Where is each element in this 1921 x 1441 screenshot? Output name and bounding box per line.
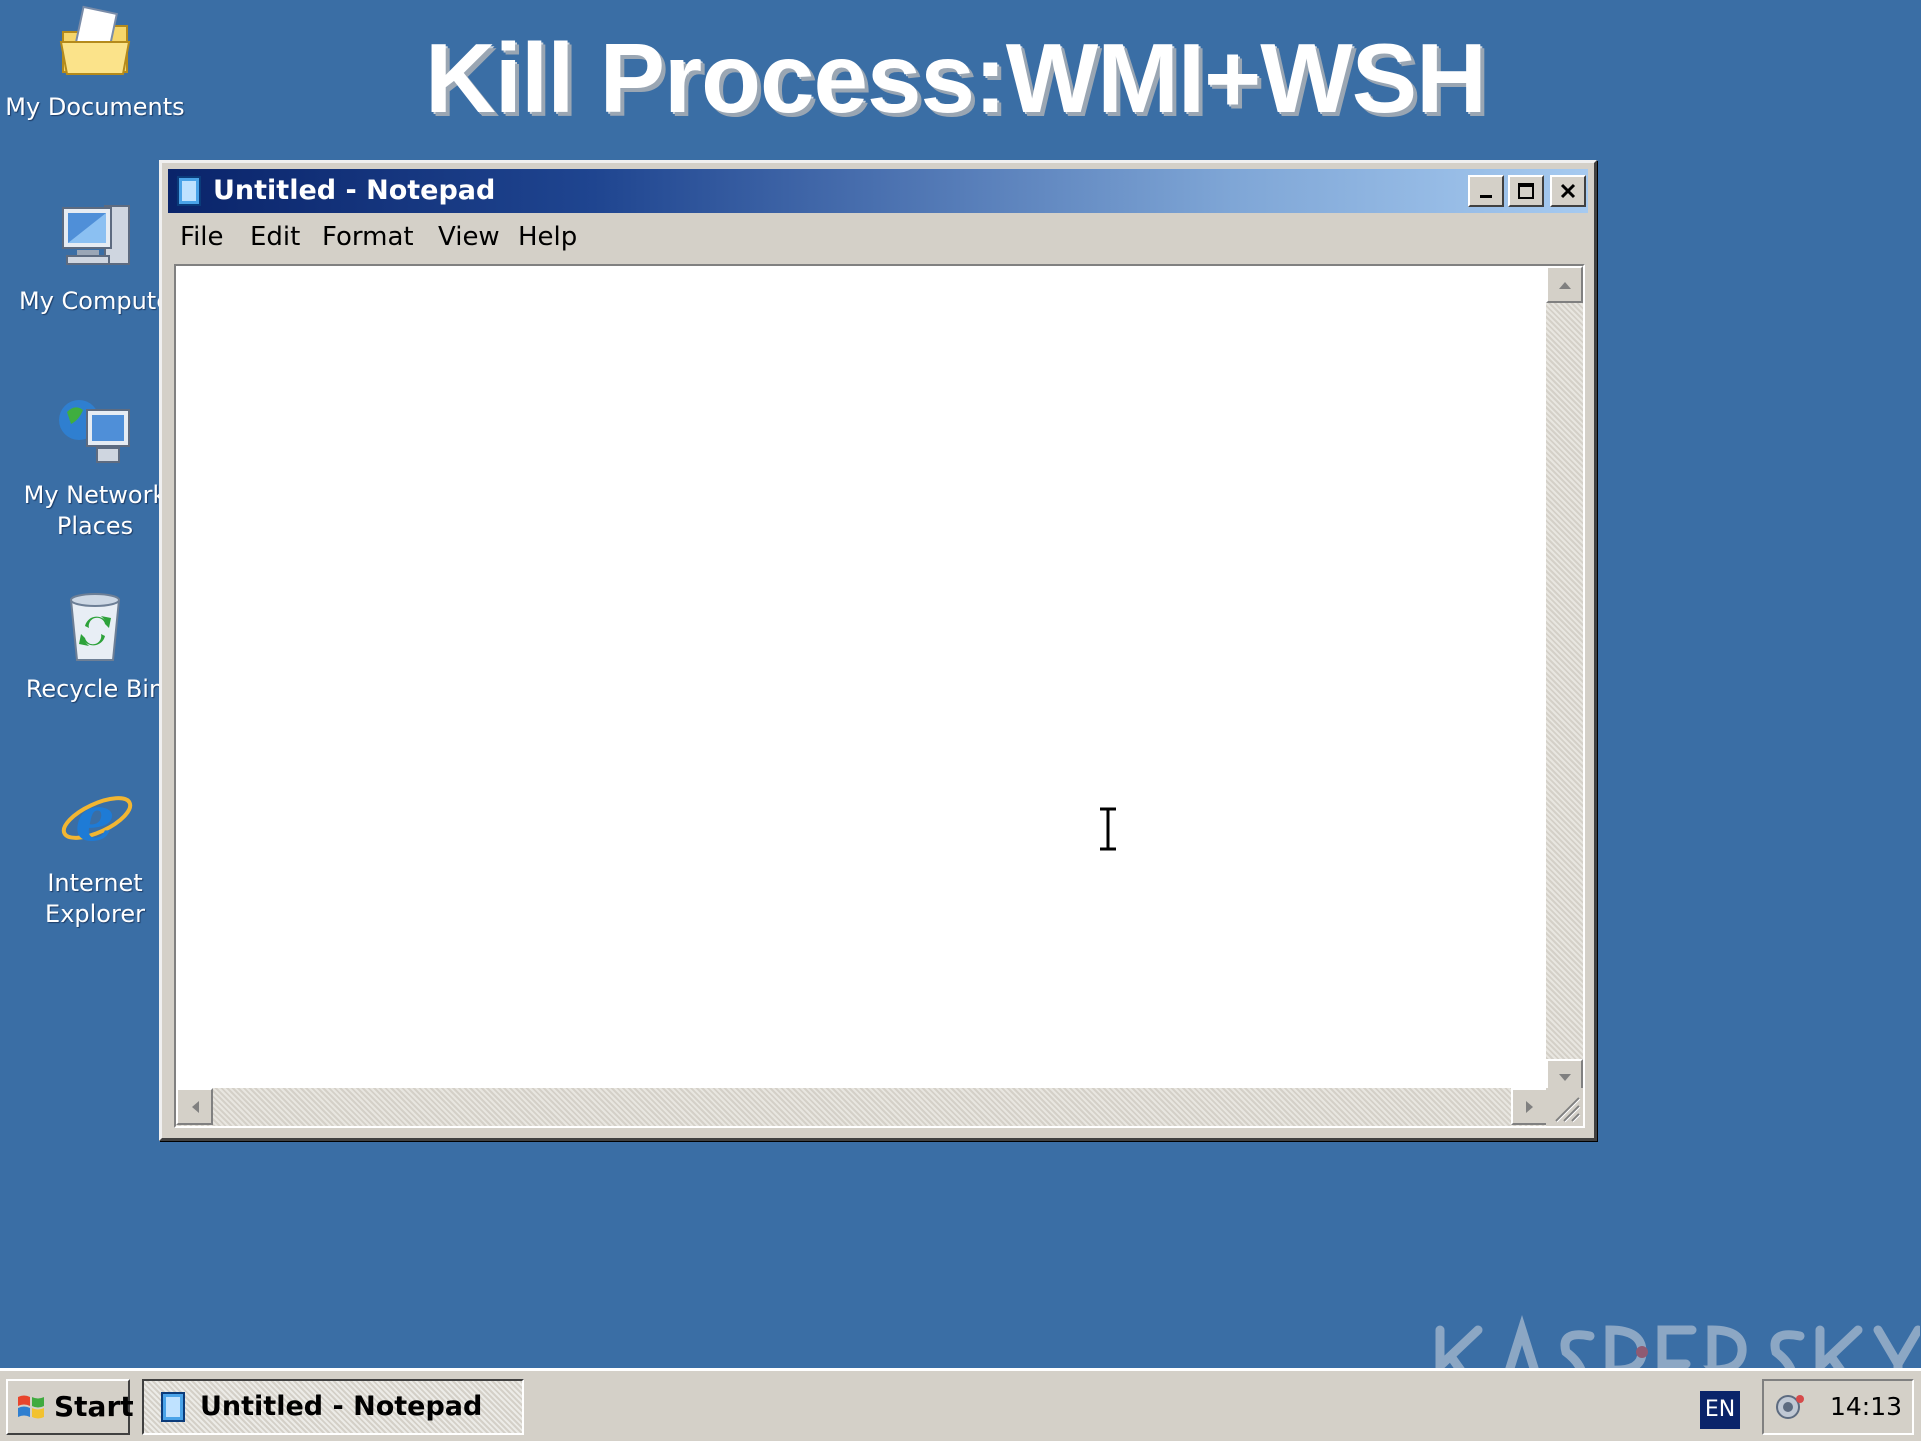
desktop-icon-label: My Documents xyxy=(5,93,185,121)
slide-title: Kill Process:WMI+WSH xyxy=(425,23,1487,133)
scroll-left-button[interactable] xyxy=(176,1088,213,1125)
menu-help[interactable]: Help xyxy=(518,217,577,257)
arrow-right-icon xyxy=(1525,1100,1533,1113)
notepad-app-icon xyxy=(161,1392,185,1422)
scroll-right-button[interactable] xyxy=(1511,1088,1548,1125)
taskbar-item-notepad[interactable]: Untitled - Notepad xyxy=(142,1379,524,1435)
clock: 14:13 xyxy=(1829,1392,1902,1421)
close-icon xyxy=(1560,183,1576,199)
text-cursor-icon xyxy=(1100,807,1116,851)
my-computer-icon xyxy=(62,205,130,265)
internet-explorer-icon: e xyxy=(61,782,133,855)
minimize-icon xyxy=(1480,195,1492,198)
window-title: Untitled - Notepad xyxy=(213,175,496,206)
menu-bar: File Edit Format View Help xyxy=(168,217,1588,257)
my-network-places-icon xyxy=(59,400,130,463)
resize-grip[interactable] xyxy=(1546,1088,1583,1126)
menu-file[interactable]: File xyxy=(180,217,224,257)
text-editor[interactable] xyxy=(174,264,1585,1128)
svg-text:e: e xyxy=(75,782,114,855)
close-button[interactable] xyxy=(1550,175,1586,207)
taskbar: Start Untitled - Notepad EN 14:13 xyxy=(0,1368,1921,1441)
notepad-app-icon xyxy=(177,176,201,206)
taskbar-item-label: Untitled - Notepad xyxy=(200,1391,483,1422)
network-tray-icon[interactable] xyxy=(1774,1391,1806,1423)
minimize-button[interactable] xyxy=(1468,175,1504,207)
text-body[interactable] xyxy=(176,266,1556,1096)
menu-format[interactable]: Format xyxy=(322,217,414,257)
menu-view[interactable]: View xyxy=(438,217,500,257)
maximize-button[interactable] xyxy=(1508,175,1544,207)
maximize-icon xyxy=(1518,183,1534,199)
system-tray: 14:13 xyxy=(1762,1379,1914,1435)
start-button[interactable]: Start xyxy=(6,1379,134,1435)
notepad-window[interactable]: Untitled - Notepad File Edit Format View… xyxy=(159,160,1597,1141)
resize-grip-icon xyxy=(1555,1097,1581,1123)
desktop-icon-my-documents[interactable]: My Documents xyxy=(0,2,190,123)
language-indicator[interactable]: EN xyxy=(1700,1391,1740,1429)
arrow-down-icon xyxy=(1558,1073,1571,1081)
my-documents-icon xyxy=(59,5,131,75)
windows-logo-icon xyxy=(18,1395,44,1419)
horizontal-scrollbar[interactable] xyxy=(176,1088,1548,1126)
recycle-bin-icon xyxy=(69,593,121,661)
title-bar[interactable]: Untitled - Notepad xyxy=(168,169,1588,213)
menu-edit[interactable]: Edit xyxy=(250,217,300,257)
arrow-up-icon xyxy=(1558,281,1571,289)
scroll-up-button[interactable] xyxy=(1546,266,1583,303)
vertical-scrollbar[interactable] xyxy=(1546,266,1583,1096)
arrow-left-icon xyxy=(191,1100,199,1113)
start-label: Start xyxy=(54,1390,134,1423)
